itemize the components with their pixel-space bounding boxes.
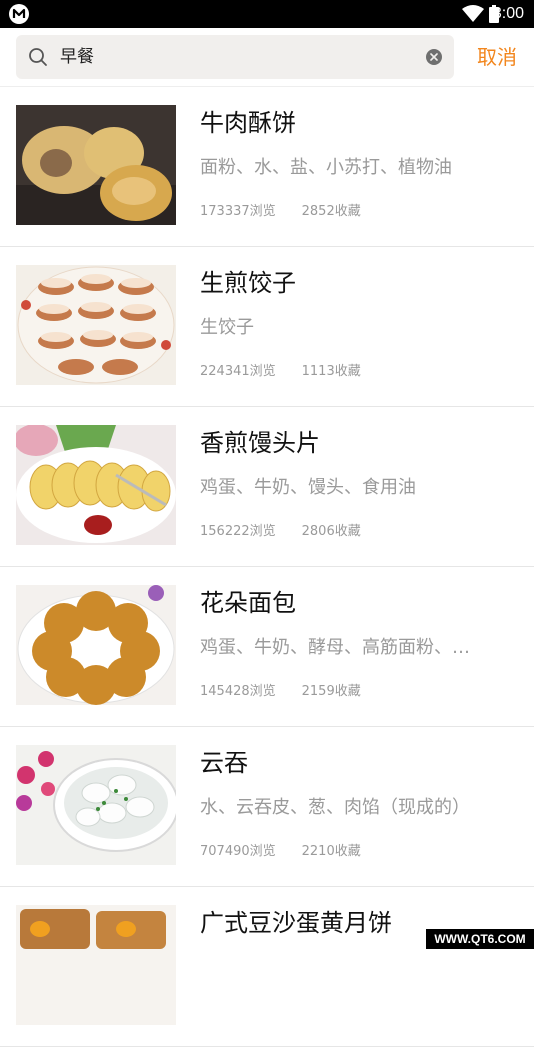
recipe-ingredients: 鸡蛋、牛奶、馒头、食用油 bbox=[200, 477, 416, 498]
recipe-list-item[interactable]: 花朵面包 鸡蛋、牛奶、酵母、高筋面粉、… 145428浏览 2159收藏 bbox=[0, 567, 534, 727]
recipe-thumbnail bbox=[16, 905, 176, 1025]
recipe-stats: 156222浏览 2806收藏 bbox=[200, 523, 387, 541]
recipe-ingredients: 鸡蛋、牛奶、酵母、高筋面粉、… bbox=[200, 637, 470, 658]
view-count: 707490浏览 bbox=[200, 844, 276, 859]
recipe-list-item[interactable]: 牛肉酥饼 面粉、水、盐、小苏打、植物油 173337浏览 2852收藏 bbox=[0, 87, 534, 247]
recipe-stats: 707490浏览 2210收藏 bbox=[200, 843, 387, 861]
status-time: 3:00 bbox=[492, 5, 524, 22]
view-count: 224341浏览 bbox=[200, 364, 276, 379]
recipe-stats: 224341浏览 1113收藏 bbox=[200, 363, 387, 381]
recipe-title: 生煎饺子 bbox=[200, 269, 296, 297]
search-header: 取消 bbox=[0, 28, 534, 87]
recipe-thumbnail bbox=[16, 105, 176, 225]
recipe-stats: 145428浏览 2159收藏 bbox=[200, 683, 387, 701]
search-box[interactable] bbox=[16, 35, 454, 79]
favorite-count: 2210收藏 bbox=[301, 844, 361, 859]
view-count: 145428浏览 bbox=[200, 684, 276, 699]
recipe-ingredients: 水、云吞皮、葱、肉馅（现成的） bbox=[200, 797, 470, 818]
recipe-thumbnail bbox=[16, 585, 176, 705]
favorite-count: 1113收藏 bbox=[301, 364, 361, 379]
recipe-title: 花朵面包 bbox=[200, 589, 296, 617]
recipe-thumbnail bbox=[16, 265, 176, 385]
view-count: 156222浏览 bbox=[200, 524, 276, 539]
clear-search-icon[interactable] bbox=[426, 49, 442, 65]
recipe-list-item[interactable]: 香煎馒头片 鸡蛋、牛奶、馒头、食用油 156222浏览 2806收藏 bbox=[0, 407, 534, 567]
view-count: 173337浏览 bbox=[200, 204, 276, 219]
search-icon bbox=[29, 48, 47, 66]
wifi-icon bbox=[462, 5, 484, 22]
recipe-ingredients: 面粉、水、盐、小苏打、植物油 bbox=[200, 157, 452, 178]
recipe-list-item[interactable]: 生煎饺子 生饺子 224341浏览 1113收藏 bbox=[0, 247, 534, 407]
recipe-thumbnail bbox=[16, 425, 176, 545]
favorite-count: 2852收藏 bbox=[301, 204, 361, 219]
recipe-stats bbox=[200, 1003, 252, 1021]
app-notification-icon bbox=[9, 4, 29, 24]
recipe-title: 云吞 bbox=[200, 749, 248, 777]
recipe-thumbnail bbox=[16, 745, 176, 865]
recipe-list-item[interactable]: 广式豆沙蛋黄月饼 bbox=[0, 887, 534, 1047]
status-bar: 3:00 bbox=[0, 0, 534, 28]
recipe-result-list: 牛肉酥饼 面粉、水、盐、小苏打、植物油 173337浏览 2852收藏 生煎饺子… bbox=[0, 87, 534, 1047]
search-input[interactable] bbox=[60, 35, 420, 79]
favorite-count: 2806收藏 bbox=[301, 524, 361, 539]
recipe-stats: 173337浏览 2852收藏 bbox=[200, 203, 387, 221]
recipe-title: 牛肉酥饼 bbox=[200, 109, 296, 137]
recipe-title: 香煎馒头片 bbox=[200, 429, 320, 457]
recipe-title: 广式豆沙蛋黄月饼 bbox=[200, 909, 392, 937]
recipe-ingredients: 生饺子 bbox=[200, 317, 254, 338]
recipe-list-item[interactable]: 云吞 水、云吞皮、葱、肉馅（现成的） 707490浏览 2210收藏 bbox=[0, 727, 534, 887]
favorite-count: 2159收藏 bbox=[301, 684, 361, 699]
site-watermark: WWW.QT6.COM bbox=[426, 929, 534, 949]
cancel-button[interactable]: 取消 bbox=[466, 35, 528, 79]
